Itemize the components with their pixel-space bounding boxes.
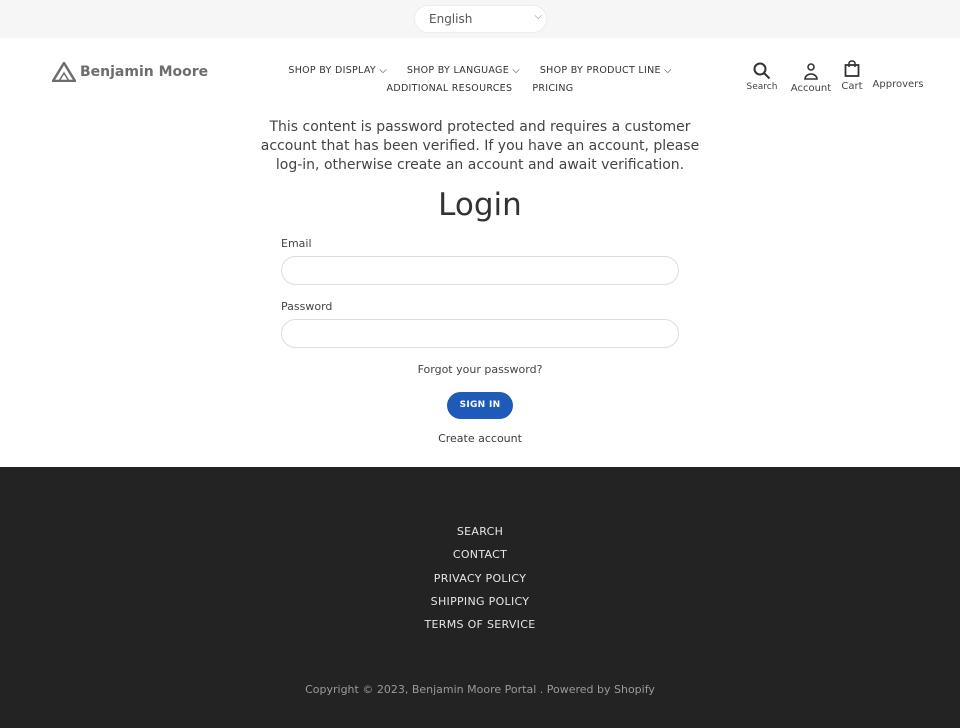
footer-link-shipping-policy[interactable]: SHIPPING POLICY xyxy=(0,595,960,618)
email-field[interactable] xyxy=(281,256,679,285)
account-button[interactable]: Account xyxy=(790,62,832,94)
nav-pricing[interactable]: PRICING xyxy=(532,83,573,94)
top-bar: English ⌵ xyxy=(0,0,960,38)
password-protected-message: This content is password protected and r… xyxy=(260,119,700,173)
account-icon xyxy=(804,63,818,80)
cart-button[interactable]: Cart xyxy=(840,60,864,92)
footer-link-privacy-policy[interactable]: PRIVACY POLICY xyxy=(0,572,960,595)
nav-additional-resources[interactable]: ADDITIONAL RESOURCES xyxy=(387,83,513,94)
copyright: Copyright © 2023, Benjamin Moore Portal … xyxy=(305,683,655,696)
footer-link-terms-of-service[interactable]: TERMS OF SERVICE xyxy=(0,618,960,641)
header: Benjamin Moore SHOP BY DISPLAY ⌵ SHOP BY… xyxy=(0,38,960,110)
search-icon xyxy=(753,62,771,80)
create-account-link[interactable]: Create account xyxy=(0,432,960,445)
nav-shop-by-display[interactable]: SHOP BY DISPLAY ⌵ xyxy=(288,65,387,76)
search-button[interactable]: Search xyxy=(746,62,778,90)
nav-shop-by-product-line[interactable]: SHOP BY PRODUCT LINE ⌵ xyxy=(540,65,672,76)
email-label: Email xyxy=(281,237,312,250)
forgot-password-link[interactable]: Forgot your password? xyxy=(0,363,960,376)
cart-label: Cart xyxy=(841,81,863,92)
search-label: Search xyxy=(746,82,778,90)
cart-icon xyxy=(844,60,860,77)
page-title: Login xyxy=(438,187,522,223)
sign-in-button[interactable]: SIGN IN xyxy=(447,392,513,419)
footer-links: SEARCH CONTACT PRIVACY POLICY SHIPPING P… xyxy=(0,525,960,641)
logo[interactable]: Benjamin Moore xyxy=(52,62,208,82)
footer-link-search[interactable]: SEARCH xyxy=(0,525,960,548)
password-label: Password xyxy=(281,300,333,313)
language-select[interactable]: English ⌵ xyxy=(414,5,547,33)
footer: SEARCH CONTACT PRIVACY POLICY SHIPPING P… xyxy=(0,467,960,728)
nav-shop-by-language[interactable]: SHOP BY LANGUAGE ⌵ xyxy=(407,65,520,76)
logo-mark-icon xyxy=(52,62,76,82)
footer-link-contact[interactable]: CONTACT xyxy=(0,548,960,571)
account-label: Account xyxy=(790,83,832,94)
login-section: This content is password protected and r… xyxy=(0,118,960,445)
login-form: Email Password xyxy=(281,237,679,348)
password-field[interactable] xyxy=(281,319,679,348)
logo-text: Benjamin Moore xyxy=(80,64,209,80)
approvers-link[interactable]: Approvers xyxy=(872,79,924,90)
main-nav: SHOP BY DISPLAY ⌵ SHOP BY LANGUAGE ⌵ SHO… xyxy=(270,65,690,101)
chevron-down-icon: ⌵ xyxy=(534,11,542,22)
language-value: English xyxy=(429,12,473,26)
